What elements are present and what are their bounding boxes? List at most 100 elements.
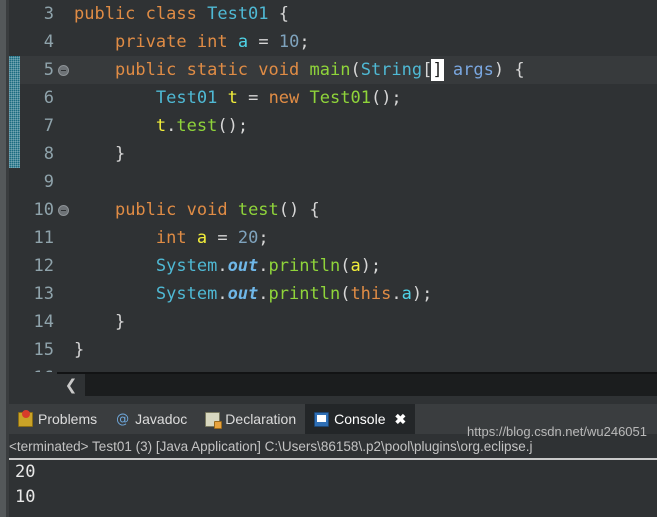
code-token: . [258,284,269,304]
code-line[interactable]: 9 [20,168,657,196]
console-output[interactable]: 20 10 [9,460,657,517]
code-token: this [350,284,392,304]
javadoc-icon: @ [116,411,130,427]
problems-icon [18,409,33,427]
code-text: Test01 t = new Test01(); [74,84,402,112]
code-line[interactable]: 7 t.test(); [20,112,657,140]
bottom-panel: Problems @ Javadoc Declaration Console ✖ <ter… [0,398,657,517]
code-token: ( [350,60,361,80]
code-token: args [452,60,494,80]
code-line[interactable]: 15} [20,336,657,364]
code-token: . [391,284,402,304]
line-number: 14 [33,312,54,332]
code-line[interactable]: 10 public void test() { [20,196,657,224]
code-token: . [217,256,228,276]
code-text: t.test(); [74,112,248,140]
code-text: } [74,140,125,168]
line-number: 12 [33,256,54,276]
panel-tab-console[interactable]: Console ✖ [305,404,416,434]
code-line[interactable]: 16 [20,364,657,372]
code-token: ( [340,256,351,276]
line-number: 16 [20,364,54,372]
code-token: ; [299,32,310,52]
console-output-line: 20 [15,462,36,482]
code-token: int [155,228,187,248]
code-token: () [278,200,300,220]
code-token: out [227,256,259,276]
eclipse-ide-window: 3 public class Test01 {4 private int a = … [0,0,657,517]
code-lines-container[interactable]: 3 public class Test01 {4 private int a = … [20,0,657,372]
code-token: private [114,32,187,52]
watermark-text: https://blog.csdn.net/wu246051 [467,424,647,439]
code-line[interactable]: 6 Test01 t = new Test01(); [20,84,657,112]
code-token: new [268,88,300,108]
code-token: a [237,32,249,52]
code-token: ( [340,284,351,304]
code-line[interactable]: 12 System.out.println(a); [20,252,657,280]
code-token: . [217,284,228,304]
panel-tab-problems[interactable]: Problems [9,404,106,434]
code-token: public [114,200,177,220]
code-text: int a = 20; [74,224,269,252]
scrollbar-track[interactable] [57,374,657,396]
code-token: t [227,88,238,108]
code-token: void [186,200,228,220]
code-token: Test01 [309,88,371,108]
code-line[interactable]: 11 int a = 20; [20,224,657,252]
line-number: 5 [43,60,54,80]
console-icon [314,411,330,427]
panel-tab-declaration[interactable]: Declaration [196,404,305,434]
code-line[interactable]: 13 System.out.println(this.a); [20,280,657,308]
fold-collapse-icon[interactable] [58,65,69,76]
editor-horizontal-scrollbar[interactable]: ❮ [9,372,657,398]
code-line[interactable]: 5 public static void main(String[] args)… [20,56,657,84]
code-line[interactable]: 4 private int a = 10; [20,28,657,56]
code-token: (); [370,88,402,108]
scroll-left-button[interactable]: ❮ [57,374,85,396]
code-token: public [114,60,177,80]
panel-tabs: Problems @ Javadoc Declaration Console ✖ [9,404,416,434]
close-icon[interactable]: ✖ [395,411,407,428]
code-token: public [74,4,136,24]
code-token: = [217,228,228,248]
panel-tab-label: Console [334,411,386,427]
code-token: Test01 [155,88,218,108]
code-token: . [166,116,177,136]
code-token: class [145,4,197,24]
code-line[interactable]: 3 public class Test01 { [20,0,657,28]
panel-tab-javadoc[interactable]: @ Javadoc [106,404,196,434]
code-text: public static void main(String[] args) { [74,56,525,84]
code-text: private int a = 10; [74,28,310,56]
code-token: } [74,340,85,360]
code-token: ) [493,60,505,80]
code-token: test [176,116,218,136]
code-token: System [155,284,218,304]
chevron-left-icon: ❮ [64,375,78,394]
declaration-icon [205,411,223,429]
line-number: 9 [43,172,54,192]
fold-collapse-icon[interactable] [58,205,69,216]
panel-tab-label: Problems [38,411,98,427]
code-line[interactable]: 14 } [20,308,657,336]
code-line[interactable]: 8 } [20,140,657,168]
code-editor[interactable]: 3 public class Test01 {4 private int a = … [0,0,657,372]
code-token: Test01 [207,4,269,24]
line-number: 4 [43,32,54,52]
line-number: 13 [33,284,54,304]
console-output-line: 10 [15,487,36,507]
